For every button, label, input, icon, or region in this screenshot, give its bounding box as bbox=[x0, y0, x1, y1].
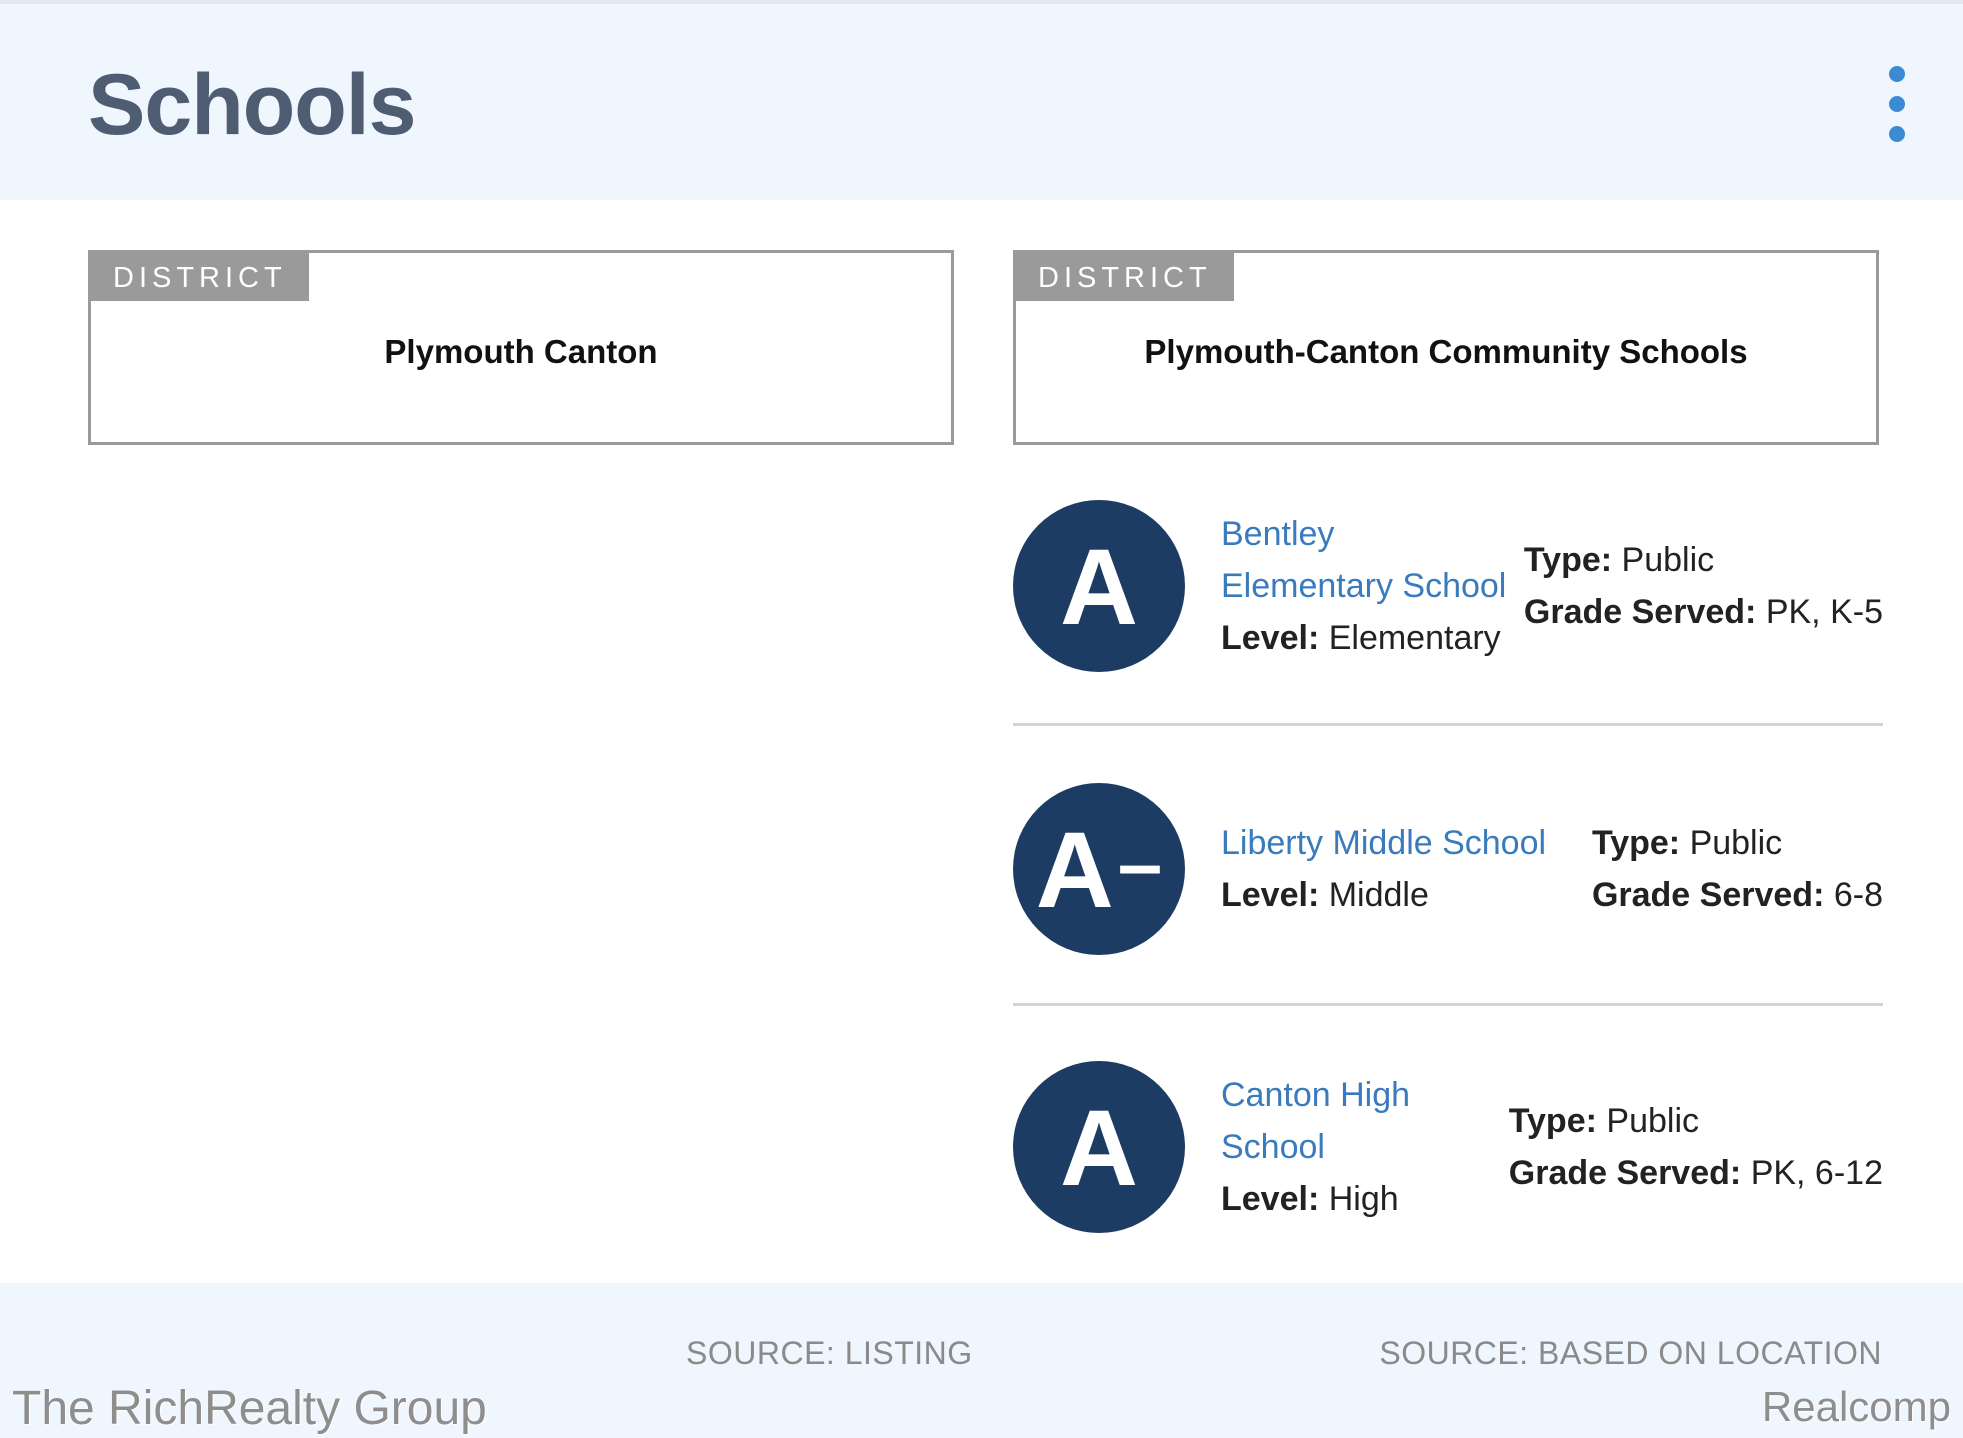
grade-served-label: Grade Served: bbox=[1523, 593, 1757, 631]
more-vertical-icon-dot bbox=[1889, 126, 1905, 142]
source-location: SOURCE: BASED ON LOCATION bbox=[1379, 1335, 1882, 1371]
school-name-line1: Canton High bbox=[1221, 1076, 1411, 1114]
level-label: Level: bbox=[1221, 876, 1320, 914]
grade-served-value: PK, K-5 bbox=[1765, 593, 1883, 631]
more-vertical-icon-dot bbox=[1889, 96, 1905, 112]
school-info: Canton High School Level: High bbox=[1221, 1069, 1410, 1225]
level-label: Level: bbox=[1221, 619, 1320, 657]
school-meta: Type: Public Grade Served: PK, 6-12 bbox=[1509, 1095, 1883, 1199]
type-value: Public bbox=[1689, 824, 1783, 862]
level-label: Level: bbox=[1221, 1180, 1320, 1218]
grade-suffix: – bbox=[1117, 819, 1163, 908]
school-name-line2: Elementary School bbox=[1221, 567, 1507, 605]
grade-served-label: Grade Served: bbox=[1591, 876, 1825, 914]
schools-header: Schools bbox=[0, 0, 1963, 200]
school-info: Liberty Middle School Level: Middle bbox=[1221, 817, 1546, 921]
type-label: Type: bbox=[1508, 1102, 1597, 1140]
school-item: A Bentley Elementary School Level: Eleme… bbox=[1013, 498, 1883, 674]
school-level: Level: Elementary bbox=[1221, 612, 1506, 664]
divider bbox=[1013, 1003, 1883, 1006]
schools-page: Schools DISTRICT Plymouth Canton DISTRIC… bbox=[0, 0, 1963, 1438]
school-name-link[interactable]: Bentley Elementary School bbox=[1221, 508, 1506, 612]
school-grade-served: Grade Served: PK, K-5 bbox=[1524, 586, 1883, 638]
school-type: Type: Public bbox=[1592, 817, 1883, 869]
grade-badge: A bbox=[1013, 500, 1185, 672]
school-name-line1: Bentley bbox=[1221, 515, 1335, 553]
grade-badge: A – bbox=[1013, 783, 1185, 955]
school-meta: Type: Public Grade Served: 6-8 bbox=[1592, 817, 1883, 921]
school-meta: Type: Public Grade Served: PK, K-5 bbox=[1524, 534, 1883, 638]
watermark-right: Realcomp bbox=[1761, 1383, 1951, 1430]
district-card-location: DISTRICT Plymouth-Canton Community Schoo… bbox=[1013, 250, 1879, 445]
school-level: Level: High bbox=[1221, 1173, 1410, 1225]
grade-badge: A bbox=[1013, 1061, 1185, 1233]
level-value: Middle bbox=[1328, 876, 1429, 914]
divider bbox=[1013, 723, 1883, 726]
school-item: A – Liberty Middle School Level: Middle T… bbox=[1013, 781, 1883, 957]
grade-letter: A bbox=[1060, 525, 1138, 647]
district-card-listing: DISTRICT Plymouth Canton bbox=[88, 250, 954, 445]
school-name-line2: School bbox=[1221, 1128, 1325, 1166]
grade-served-label: Grade Served: bbox=[1508, 1154, 1742, 1192]
source-listing: SOURCE: LISTING bbox=[686, 1335, 973, 1371]
school-item: A Canton High School Level: High Type: P… bbox=[1013, 1059, 1883, 1235]
school-info: Bentley Elementary School Level: Element… bbox=[1221, 508, 1506, 664]
type-label: Type: bbox=[1591, 824, 1681, 862]
school-name-link[interactable]: Liberty Middle School bbox=[1221, 817, 1546, 869]
school-grade-served: Grade Served: PK, 6-12 bbox=[1509, 1147, 1883, 1199]
level-value: High bbox=[1328, 1180, 1399, 1218]
school-name-link[interactable]: Canton High School bbox=[1221, 1069, 1410, 1173]
district-tag: DISTRICT bbox=[1016, 253, 1234, 301]
more-options-button[interactable] bbox=[1880, 66, 1914, 142]
grade-served-value: PK, 6-12 bbox=[1750, 1154, 1883, 1192]
school-type: Type: Public bbox=[1524, 534, 1883, 586]
more-vertical-icon bbox=[1889, 66, 1905, 82]
school-grade-served: Grade Served: 6-8 bbox=[1592, 869, 1883, 921]
district-tag: DISTRICT bbox=[91, 253, 309, 301]
school-name-line1: Liberty Middle School bbox=[1221, 824, 1547, 862]
level-value: Elementary bbox=[1328, 619, 1501, 657]
school-type: Type: Public bbox=[1509, 1095, 1883, 1147]
page-title: Schools bbox=[88, 57, 417, 153]
district-name: Plymouth-Canton Community Schools bbox=[1144, 333, 1748, 370]
district-name: Plymouth Canton bbox=[384, 333, 658, 370]
type-value: Public bbox=[1621, 541, 1715, 579]
grade-letter: A bbox=[1035, 808, 1114, 930]
school-level: Level: Middle bbox=[1221, 869, 1546, 921]
type-value: Public bbox=[1606, 1102, 1699, 1140]
watermark-left: The RichRealty Group bbox=[12, 1382, 487, 1435]
type-label: Type: bbox=[1523, 541, 1613, 579]
grade-served-value: 6-8 bbox=[1833, 876, 1883, 914]
schools-footer: SOURCE: LISTING SOURCE: BASED ON LOCATIO… bbox=[0, 1283, 1963, 1438]
grade-letter: A bbox=[1060, 1086, 1138, 1208]
